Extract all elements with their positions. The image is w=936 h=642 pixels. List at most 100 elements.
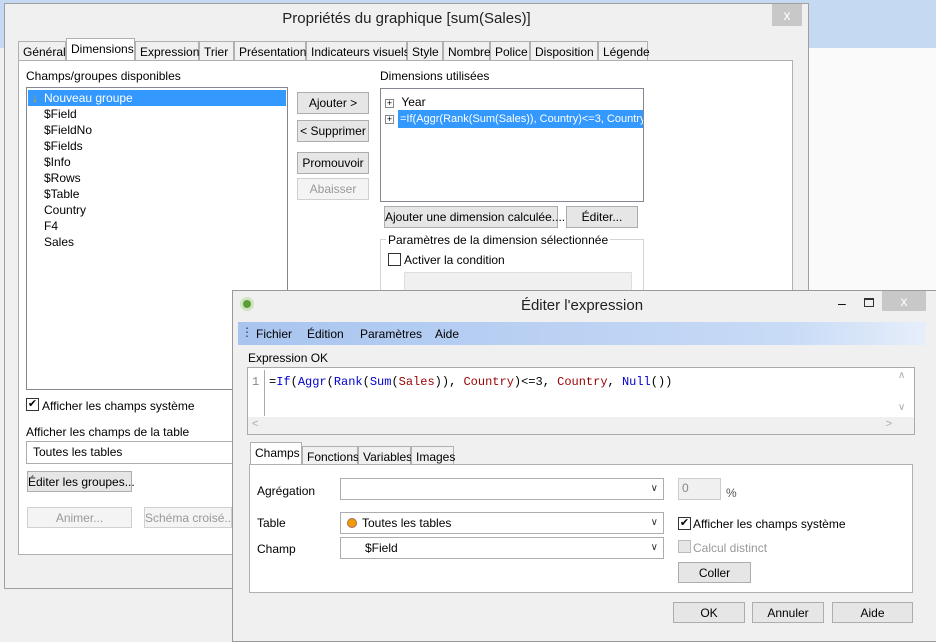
paste-button[interactable]: Coller [678, 562, 751, 583]
list-item-label: $Info [44, 155, 71, 169]
remove-button[interactable]: < Supprimer [297, 120, 369, 142]
params-label: Paramètres de la dimension sélectionnée [386, 233, 611, 247]
show-system-fields-checkbox[interactable]: ✔ [26, 398, 39, 411]
tab-6[interactable]: Style [407, 41, 443, 61]
tab-10[interactable]: Légende [598, 41, 650, 61]
minimize-button[interactable]: – [838, 295, 846, 311]
tab-8[interactable]: Police [490, 41, 530, 61]
list-item[interactable]: F4 [28, 218, 286, 234]
distinct-label: Calcul distinct [693, 541, 768, 555]
scroll-down-icon[interactable]: ∨ [898, 402, 905, 413]
chevron-down-icon: ∨ [650, 542, 658, 553]
maximize-button[interactable] [864, 298, 874, 307]
show-system-fields-label: Afficher les champs système [693, 517, 846, 531]
close-button[interactable]: x [882, 291, 926, 311]
tab-5[interactable]: Indicateurs visuels [306, 41, 410, 61]
line-number: 1 [252, 375, 260, 389]
list-item[interactable]: Sales [28, 234, 286, 250]
available-label: Champs/groupes disponibles [26, 69, 181, 83]
field-select[interactable]: $Field ∨ [340, 537, 664, 559]
edit-button[interactable]: Éditer... [566, 206, 638, 228]
list-item-label: $Rows [44, 171, 81, 185]
dimension-item-year[interactable]: + Year [385, 95, 625, 109]
ok-button[interactable]: OK [673, 602, 745, 623]
enable-condition-checkbox[interactable] [388, 253, 401, 266]
aggregation-select[interactable]: ∨ [340, 478, 664, 500]
tab-0[interactable]: Général [18, 41, 66, 61]
expression-token: Sum [369, 375, 392, 389]
show-system-fields-checkbox[interactable]: ✔ [678, 517, 691, 530]
add-calculated-dimension-button[interactable]: Ajouter une dimension calculée...... [384, 206, 572, 228]
edit-groups-button[interactable]: Éditer les groupes... [27, 471, 135, 492]
table-label: Table [257, 516, 286, 530]
tab-fonctions[interactable]: Fonctions [302, 446, 359, 465]
tab-7[interactable]: Nombre [443, 41, 491, 61]
table-select[interactable]: Toutes les tables [26, 441, 236, 464]
close-button[interactable]: x [772, 4, 802, 26]
promote-button[interactable]: Promouvoir [297, 152, 369, 174]
dimension-item-calculated[interactable]: + =If(Aggr(Rank(Sum(Sales)), Country)<=3,… [385, 110, 643, 131]
expand-icon[interactable]: + [385, 99, 394, 108]
help-button[interactable]: Aide [832, 602, 913, 623]
expand-icon[interactable]: + [385, 115, 394, 124]
used-dimensions-list[interactable]: + Year + =If(Aggr(Rank(Sum(Sales)), Count… [380, 88, 644, 202]
expression-token: )), [434, 375, 464, 389]
menu-item-2[interactable]: Paramètres [360, 327, 422, 341]
menu-item-1[interactable]: Édition [307, 327, 344, 341]
horizontal-scrollbar[interactable]: < > [248, 417, 914, 434]
expression-token: ( [362, 375, 370, 389]
list-item[interactable]: $Fields [28, 138, 286, 154]
animate-button[interactable]: Animer... [27, 507, 132, 528]
condition-field[interactable] [404, 272, 632, 292]
field-value: $Field [365, 541, 398, 555]
demote-button[interactable]: Abaisser [297, 178, 369, 200]
percent-input[interactable]: 0 [678, 478, 721, 500]
tab-images[interactable]: Images [411, 446, 455, 465]
expression-text[interactable]: =If(Aggr(Rank(Sum(Sales)), Country)<=3, … [269, 375, 672, 389]
tab-9[interactable]: Disposition [530, 41, 598, 61]
expression-token: Null [621, 375, 651, 389]
list-item[interactable]: $Rows [28, 170, 286, 186]
table-fields-label: Afficher les champs de la table [26, 425, 190, 439]
list-item[interactable]: $Info [28, 154, 286, 170]
expression-token: Country [463, 375, 514, 389]
list-item[interactable]: $FieldNo [28, 122, 286, 138]
tab-variables[interactable]: Variables [358, 446, 412, 465]
cross-schema-button[interactable]: Schéma croisé... [144, 507, 234, 528]
expression-token: ()) [650, 375, 673, 389]
table-icon [347, 518, 357, 528]
menu-bar: ⋮ Fichier Édition Paramètres Aide [238, 322, 926, 345]
show-system-fields-label: Afficher les champs système [42, 399, 195, 413]
tab-3[interactable]: Trier [199, 41, 234, 61]
expression-token: Aggr [297, 375, 327, 389]
expression-token: ( [391, 375, 399, 389]
distinct-checkbox[interactable] [678, 540, 691, 553]
expression-token: , [607, 375, 622, 389]
list-item-label: Sales [44, 235, 75, 249]
list-item-label: $Table [44, 187, 80, 201]
expression-token: Sales [398, 375, 435, 389]
list-item-label: Nouveau groupe [44, 91, 133, 105]
tab-2[interactable]: Expressions [135, 41, 205, 61]
expression-editor[interactable]: 1 =If(Aggr(Rank(Sum(Sales)), Country)<=3… [247, 367, 915, 435]
menu-item-3[interactable]: Aide [435, 327, 459, 341]
list-item[interactable]: ↓ Nouveau groupe [28, 90, 286, 106]
enable-condition-label: Activer la condition [404, 253, 505, 267]
menu-item-0[interactable]: Fichier [256, 327, 292, 341]
expression-token: Rank [333, 375, 363, 389]
expression-token: ( [326, 375, 334, 389]
tab-1[interactable]: Dimensions [66, 38, 135, 61]
list-item-label: $Fields [44, 139, 83, 153]
cancel-button[interactable]: Annuler [752, 602, 824, 623]
list-item[interactable]: Country [28, 202, 286, 218]
tab-4[interactable]: Présentation [234, 41, 306, 61]
dialog-title: Propriétés du graphique [sum(Sales)] [282, 10, 531, 27]
list-item[interactable]: $Field [28, 106, 286, 122]
list-item[interactable]: $Table [28, 186, 286, 202]
table-select[interactable]: Toutes les tables ∨ [340, 512, 664, 534]
table-value: Toutes les tables [362, 516, 452, 530]
tab-champs[interactable]: Champs [250, 442, 302, 465]
scroll-up-icon[interactable]: ∧ [898, 370, 905, 381]
expression-token: Country [557, 375, 608, 389]
add-button[interactable]: Ajouter > [297, 92, 369, 114]
